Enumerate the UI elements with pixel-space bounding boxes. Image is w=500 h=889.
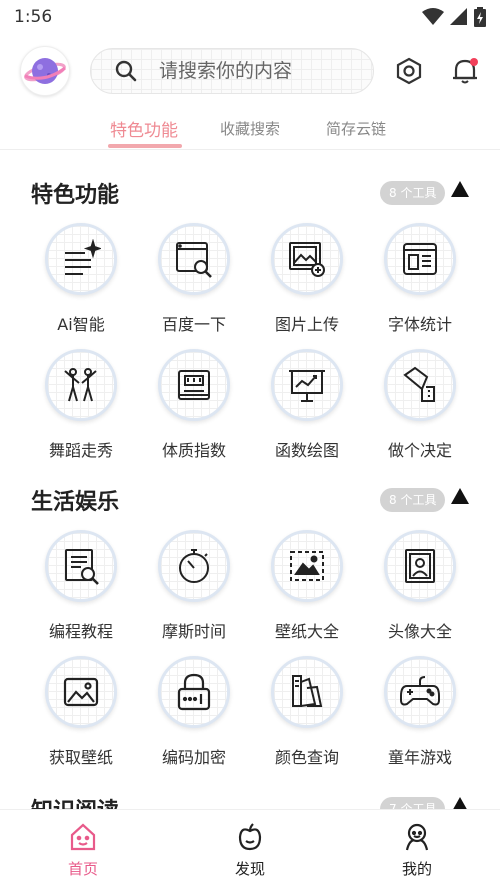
tool-label: 图片上传 (274, 315, 339, 334)
tool-label: 编程教程 (48, 622, 113, 641)
nav-mine[interactable]: 我的 (377, 822, 457, 879)
section-header-lifestyle: 生活娱乐 8 个工具 (0, 480, 500, 520)
tool-label: 童年游戏 (387, 748, 452, 767)
tool-color-lookup[interactable]: 颜色查询 (251, 656, 361, 776)
chart-board-icon (289, 370, 325, 402)
tool-label: 舞蹈走秀 (48, 441, 113, 460)
top-bar (0, 44, 500, 100)
font-stats-icon (403, 243, 437, 275)
tool-bmi[interactable]: 体质指数 (138, 349, 248, 469)
stopwatch-icon (179, 549, 209, 583)
tool-ai[interactable]: Ai智能 (25, 223, 135, 343)
signal-icon (450, 8, 467, 25)
image-upload-icon (289, 242, 325, 277)
planet-avatar-icon (24, 58, 66, 84)
tool-label: 壁纸大全 (274, 622, 339, 641)
nav-home[interactable]: 首页 (43, 822, 123, 879)
tool-label: 获取壁纸 (48, 748, 113, 767)
collapse-triangle-icon[interactable] (451, 488, 469, 504)
collapse-triangle-icon[interactable] (451, 797, 469, 809)
tool-count-badge: 8 个工具 (380, 488, 446, 512)
gamepad-icon (400, 676, 440, 706)
section-title: 生活娱乐 (31, 490, 120, 515)
nav-label: 我的 (401, 860, 432, 878)
tool-label: 头像大全 (387, 622, 452, 641)
tool-encode-encrypt[interactable]: 编码加密 (138, 656, 248, 776)
dancers-icon (64, 368, 97, 402)
status-icons (422, 7, 486, 27)
apple-icon (238, 823, 262, 851)
tool-count-badge: 7 个工具 (380, 797, 446, 809)
tool-font-stats[interactable]: 字体统计 (364, 223, 474, 343)
bell-icon[interactable] (450, 56, 480, 86)
active-tab-indicator (108, 144, 182, 148)
hand-dice-icon (403, 366, 435, 402)
tool-label: 编码加密 (161, 748, 226, 767)
section-header-reading: 知识阅读 7 个工具 (0, 789, 500, 809)
section-title: 特色功能 (31, 183, 120, 208)
tool-function-plot[interactable]: 函数绘图 (251, 349, 361, 469)
tool-label: 百度一下 (161, 315, 226, 334)
bottom-nav: 首页 发现 我的 (0, 809, 500, 889)
wallpaper-frame-icon (290, 551, 324, 581)
tool-label: 摩斯时间 (161, 622, 226, 641)
tool-label: 字体统计 (387, 315, 452, 334)
tab-favorites-search[interactable]: 收藏搜索 (220, 118, 280, 139)
ai-sparkle-icon (65, 239, 101, 275)
nav-label: 发现 (234, 860, 265, 878)
tool-get-wallpaper[interactable]: 获取壁纸 (25, 656, 135, 776)
portrait-icon (405, 549, 435, 583)
section-title: 知识阅读 (31, 793, 119, 809)
tool-label: Ai智能 (57, 315, 105, 334)
tool-label: 体质指数 (161, 441, 226, 460)
status-bar: 1:56 (0, 0, 500, 34)
status-time: 1:56 (14, 7, 53, 27)
section-header-featured: 特色功能 8 个工具 (0, 173, 500, 213)
battery-icon (474, 7, 486, 27)
tool-decide[interactable]: 做个决定 (364, 349, 474, 469)
tool-count-badge: 8 个工具 (380, 181, 446, 205)
tool-list[interactable]: 特色功能 8 个工具 Ai智能 百度一下 图片上传 字体统计 舞蹈走秀 体质指数… (0, 151, 500, 809)
settings-icon[interactable] (394, 56, 424, 86)
search-icon (115, 60, 137, 82)
tab-cloud-links[interactable]: 简存云链 (326, 118, 386, 139)
code-doc-icon (65, 549, 99, 585)
collapse-triangle-icon[interactable] (451, 181, 469, 197)
wifi-icon (422, 8, 444, 25)
tool-dance[interactable]: 舞蹈走秀 (25, 349, 135, 469)
nav-discover[interactable]: 发现 (210, 822, 290, 879)
person-icon (405, 823, 429, 851)
tool-wallpapers[interactable]: 壁纸大全 (251, 530, 361, 650)
tool-image-upload[interactable]: 图片上传 (251, 223, 361, 343)
browser-search-icon (176, 242, 212, 278)
picture-icon (63, 677, 99, 707)
padlock-icon (177, 673, 211, 711)
search-input[interactable] (159, 60, 359, 82)
tool-label: 颜色查询 (274, 748, 339, 767)
home-icon (70, 823, 96, 851)
search-bar[interactable] (90, 48, 374, 94)
tool-avatars[interactable]: 头像大全 (364, 530, 474, 650)
color-swatch-icon (292, 675, 323, 707)
tab-featured[interactable]: 特色功能 (110, 116, 178, 141)
tool-coding-tutorial[interactable]: 编程教程 (25, 530, 135, 650)
tool-childhood-games[interactable]: 童年游戏 (364, 656, 474, 776)
tool-label: 函数绘图 (274, 441, 339, 460)
tool-label: 做个决定 (387, 441, 452, 460)
scale-icon (178, 370, 210, 400)
tool-baidu[interactable]: 百度一下 (138, 223, 248, 343)
avatar[interactable] (20, 46, 70, 96)
nav-label: 首页 (67, 860, 98, 878)
tool-morse-time[interactable]: 摩斯时间 (138, 530, 248, 650)
tab-bar: 特色功能 收藏搜索 简存云链 (0, 110, 500, 150)
